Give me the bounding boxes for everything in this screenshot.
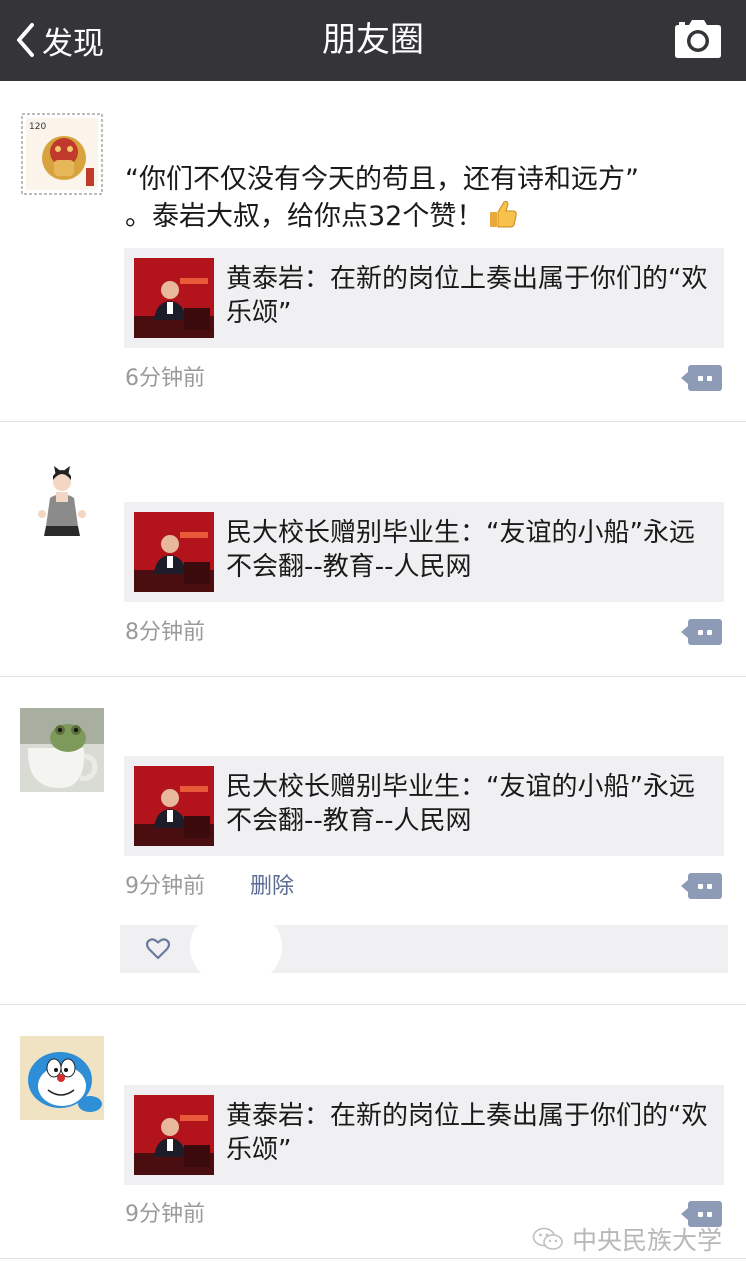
comment-button[interactable] [688, 365, 722, 391]
link-thumbnail [134, 258, 214, 338]
moments-screen: 发现 朋友圈 120 “你们不仅没有今天的苟且，还有诗和远方” 。泰岩大叔，给你… [0, 0, 746, 1279]
watermark: 中央民族大学 [532, 1221, 722, 1257]
user-avatar[interactable] [20, 708, 104, 792]
likes-bar-gap [190, 912, 282, 982]
speaker-photo-image [134, 258, 214, 338]
cartoon-girl-avatar-image [20, 456, 104, 540]
svg-text:120: 120 [29, 122, 46, 132]
navigation-bar: 发现 朋友圈 [0, 0, 746, 81]
comment-button-tip [681, 372, 688, 384]
post-timestamp: 9分钟前 [125, 874, 205, 899]
link-title: 黄泰岩：在新的岗位上奏出属于你们的“欢乐颂” [226, 264, 708, 328]
heart-outline-icon [146, 938, 170, 960]
user-avatar[interactable] [20, 456, 104, 540]
link-title: 民大校长赠别毕业生：“友谊的小船”永远不会翻--教育--人民网 [226, 772, 695, 836]
thumbs-up-icon [490, 200, 518, 228]
shared-link-card[interactable]: 黄泰岩：在新的岗位上奏出属于你们的“欢乐颂” [124, 248, 724, 348]
comment-button-tip [681, 1208, 688, 1220]
speaker-photo-image [134, 766, 214, 846]
shared-link-card[interactable]: 民大校长赠别毕业生：“友谊的小船”永远不会翻--教育--人民网 [124, 756, 724, 856]
shared-link-card[interactable]: 黄泰岩：在新的岗位上奏出属于你们的“欢乐颂” [124, 1085, 724, 1185]
speaker-photo-image [134, 512, 214, 592]
link-thumbnail [134, 512, 214, 592]
post-divider [0, 1258, 746, 1259]
post-divider [0, 1004, 746, 1005]
user-avatar[interactable]: 120 [20, 112, 104, 196]
post-divider [0, 676, 746, 677]
link-title: 民大校长赠别毕业生：“友谊的小船”永远不会翻--教育--人民网 [226, 518, 695, 582]
page-title: 朋友圈 [322, 20, 424, 60]
delete-button[interactable]: 删除 [250, 872, 294, 902]
post-timestamp: 9分钟前 [125, 1202, 205, 1227]
comment-button-tip [681, 626, 688, 638]
post-timestamp: 8分钟前 [125, 620, 205, 645]
link-thumbnail [134, 1095, 214, 1175]
comment-button[interactable] [688, 619, 722, 645]
post-divider [0, 421, 746, 422]
frog-avatar-image [20, 708, 104, 792]
comment-button-tip [681, 880, 688, 892]
stamp-avatar-image: 120 [20, 112, 104, 196]
doraemon-avatar-image [20, 1036, 104, 1120]
post-timestamp: 6分钟前 [125, 366, 205, 391]
speaker-photo-image [134, 1095, 214, 1175]
wechat-icon [532, 1227, 563, 1250]
link-thumbnail [134, 766, 214, 846]
comment-button[interactable] [688, 873, 722, 899]
post-text: “你们不仅没有今天的苟且，还有诗和远方” 。泰岩大叔，给你点32个赞！ [125, 164, 639, 232]
user-avatar[interactable] [20, 1036, 104, 1120]
shared-link-card[interactable]: 民大校长赠别毕业生：“友谊的小船”永远不会翻--教育--人民网 [124, 502, 724, 602]
link-title: 黄泰岩：在新的岗位上奏出属于你们的“欢乐颂” [226, 1101, 708, 1165]
camera-button[interactable] [674, 19, 722, 59]
watermark-text: 中央民族大学 [571, 1226, 722, 1255]
camera-icon [675, 20, 721, 58]
